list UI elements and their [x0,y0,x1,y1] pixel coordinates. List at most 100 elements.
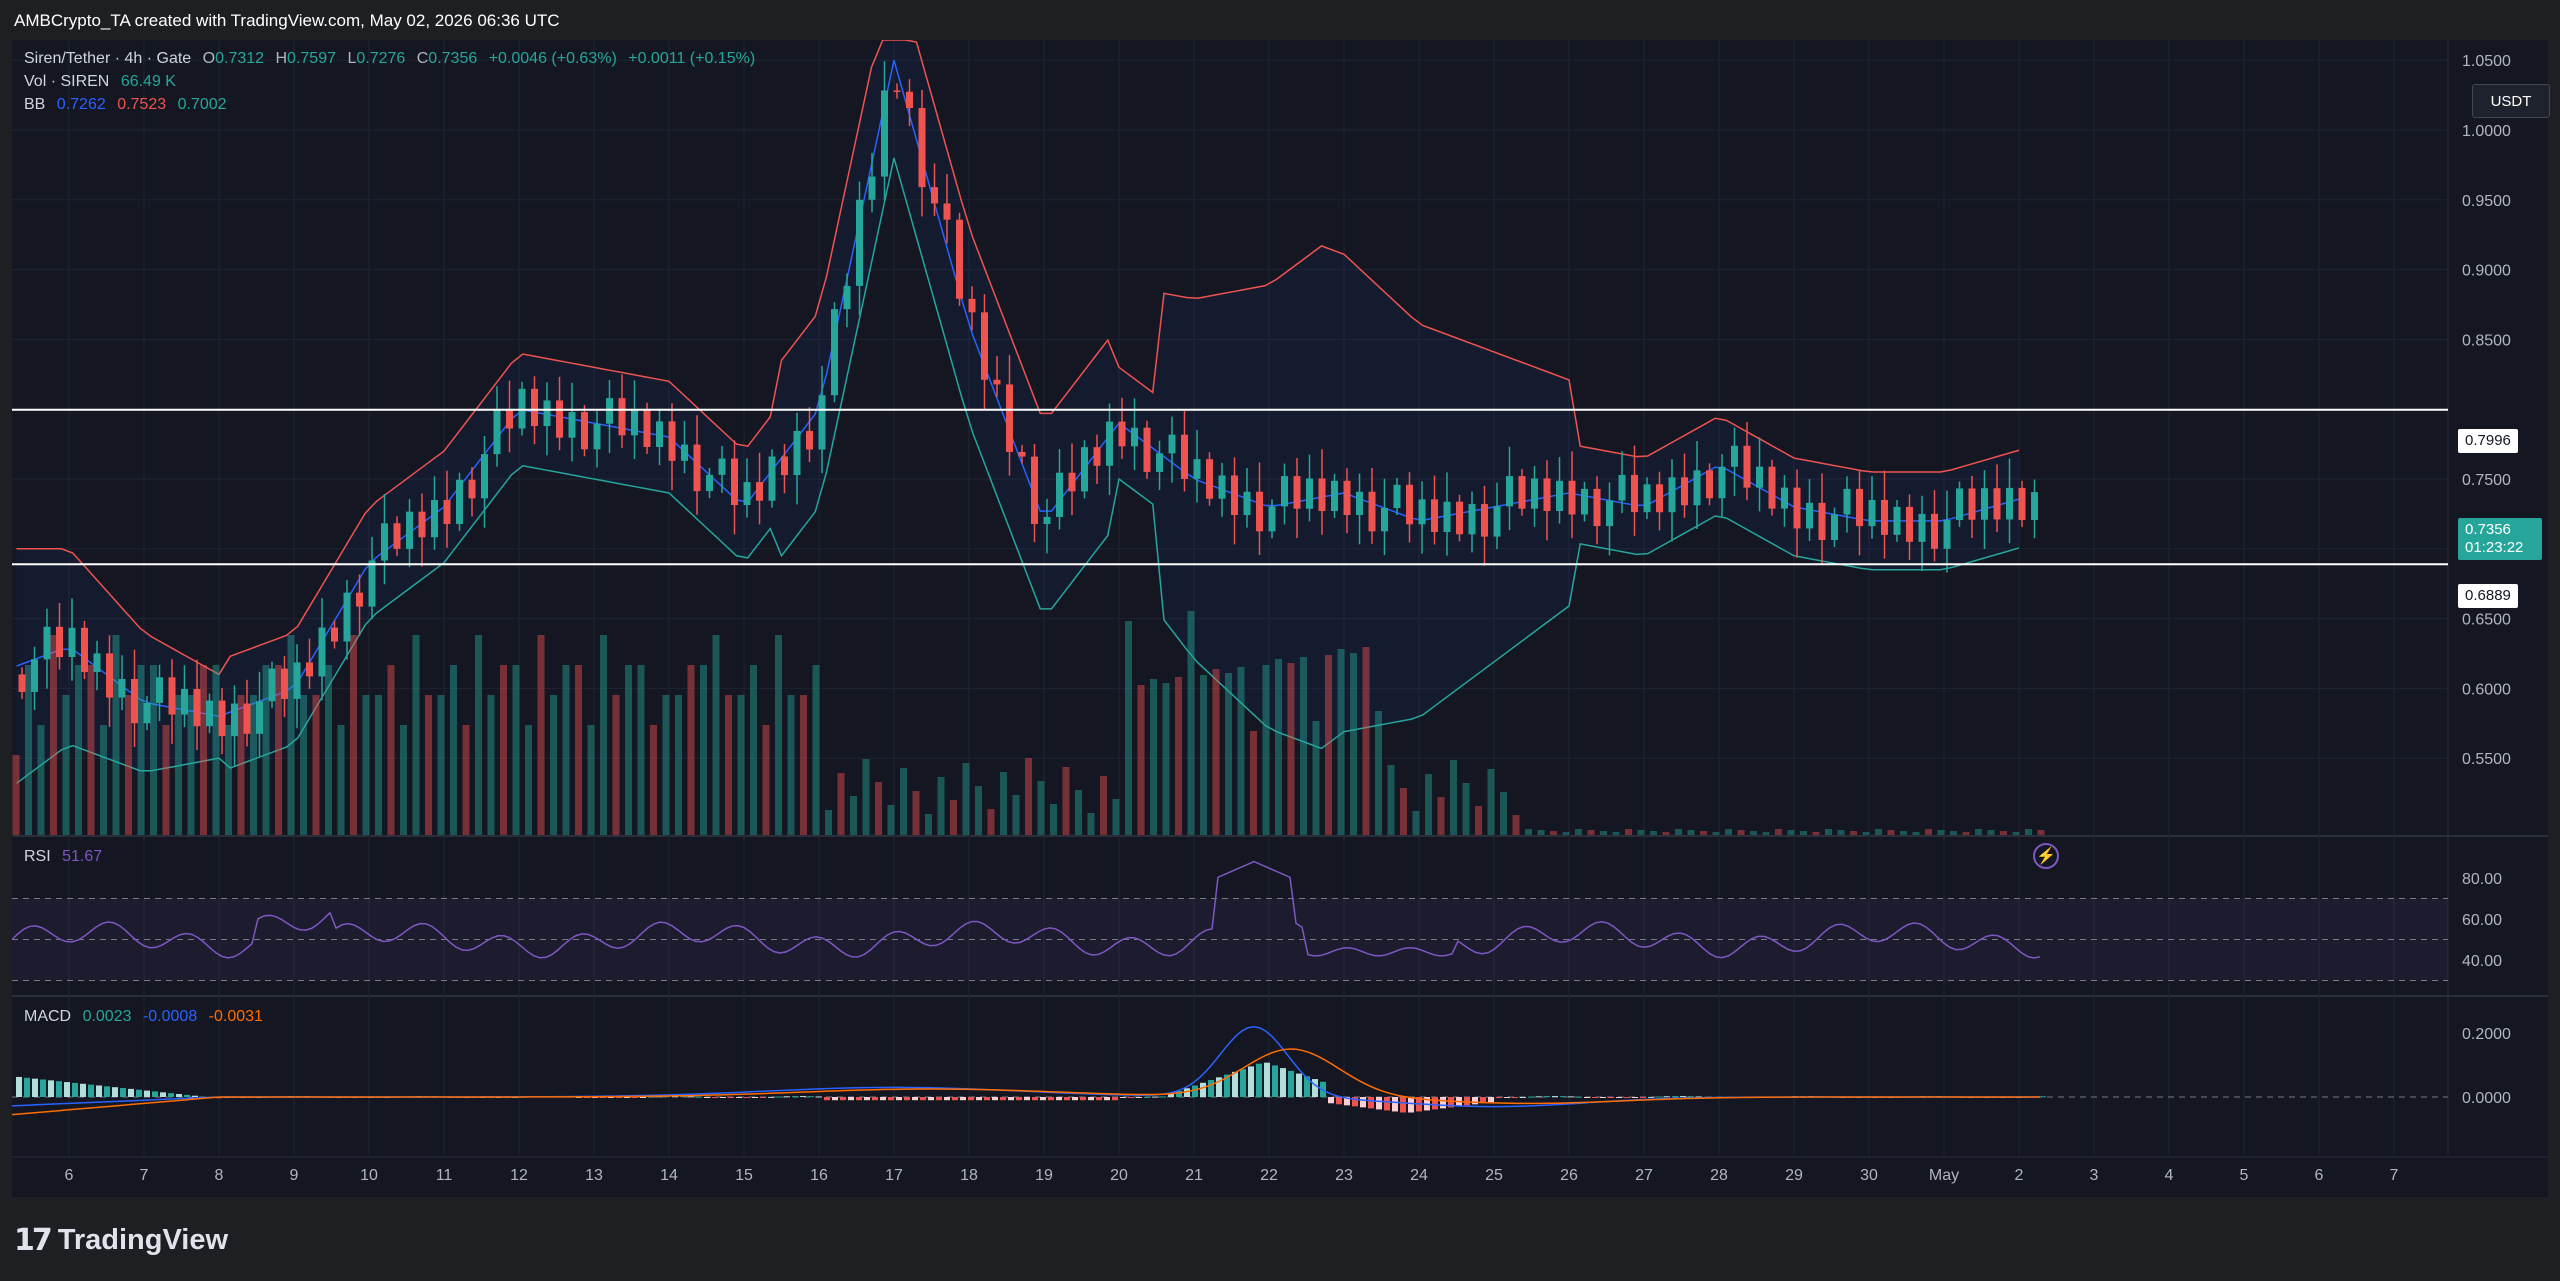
volume-bar [937,777,945,835]
macd-histogram-bar [1112,1097,1118,1101]
macd-histogram-bar [1256,1063,1262,1097]
candle-body [18,674,26,692]
candle-body [531,388,538,427]
macd-histogram-bar [760,1097,766,1098]
volume-bar [2012,832,2020,835]
volume-bar [137,665,145,835]
candle-body [1106,421,1113,466]
candle-body [1268,506,1276,532]
macd-histogram-bar [720,1097,726,1098]
volume-bar [1525,829,1532,835]
volume-bar [250,695,257,835]
candle-body [1068,472,1076,492]
rsi-label[interactable]: RSI [24,848,51,865]
volume-bar [962,763,970,835]
macd-histogram-bar [1496,1097,1502,1098]
volume-label[interactable]: Vol · SIREN [24,73,109,90]
volume-bar [12,755,20,835]
candle-body [418,511,426,538]
candle-body [1168,434,1176,454]
macd-histogram-bar [800,1096,806,1098]
volume-bar [300,695,307,835]
volume-bar [1462,783,1470,835]
volume-bar [1350,653,1357,835]
candle-body [1706,470,1713,499]
volume-bar [1162,683,1170,835]
macd-histogram-bar [1096,1097,1102,1101]
macd-histogram-bar [88,1084,94,1097]
volume-bar [1550,831,1557,835]
time-tick-label: 28 [1710,1167,1728,1184]
macd-histogram-bar [1200,1082,1206,1097]
macd-histogram-bar [1128,1097,1134,1098]
candle-body [493,409,501,455]
volume-bar [687,665,695,835]
volume-bar [325,665,332,835]
macd-histogram-bar [712,1097,718,1098]
volume-bar [700,665,707,835]
volume-bar [1675,829,1682,835]
macd-hist-value: 0.0023 [82,1008,132,1025]
time-tick-label: 25 [1485,1167,1503,1184]
candle-body [431,500,438,538]
macd-histogram-bar [72,1082,78,1097]
candle-body [781,456,788,476]
volume-bar [875,782,882,835]
candle-body [1581,488,1588,515]
candle-body [1006,384,1013,452]
high-value: 0.7597 [287,50,336,67]
symbol-label[interactable]: Siren/Tether · 4h · Gate [24,50,191,67]
macd-histogram-bar [1144,1096,1150,1098]
volume-bar [1612,832,1620,835]
macd-histogram-bar [896,1097,902,1101]
time-tick-label: 18 [960,1167,978,1184]
bb-label[interactable]: BB [24,96,45,113]
candle-body [631,409,638,436]
macd-histogram-bar [192,1095,198,1097]
chart-area[interactable]: 6 7 8 9 10 11 12 13 14 15 16 17 18 19 20 21 22 23 24 25 26 27… [12,40,2550,1197]
candle-body [768,456,776,501]
macd-label[interactable]: MACD [24,1008,71,1025]
candle-body [706,474,713,492]
candle-body [1156,453,1163,472]
candle-body [1918,513,1926,542]
price-tick-label: 0.8500 [2462,332,2511,349]
macd-histogram-bar [1400,1097,1406,1113]
volume-bar [37,725,45,835]
candle-body [281,668,288,699]
price-tick-label: 0.7500 [2462,472,2511,489]
macd-histogram-bar [184,1094,190,1097]
volume-bar [1662,832,1670,835]
currency-button[interactable]: USDT [2472,84,2550,118]
time-tick-label: 21 [1185,1167,1203,1184]
candle-body [381,523,388,561]
candle-body [743,482,751,506]
candle-body [1618,474,1626,501]
lightning-icon[interactable]: ⚡ [2033,843,2059,869]
candle-body [1206,459,1213,499]
volume-bar [1187,611,1195,835]
open-label: O [202,50,216,67]
chart-canvas[interactable]: 6 7 8 9 10 11 12 13 14 15 16 17 18 19 20 21 22 23 24 25 26 27… [12,40,2548,1197]
macd-histogram-bar [1504,1097,1510,1098]
volume-bar [1237,667,1245,835]
macd-histogram-bar [1328,1097,1334,1104]
candle-body [1568,480,1576,515]
candle-body [1193,459,1201,479]
tradingview-logo[interactable]: 17 TradingView [14,1223,228,1258]
candle-body [643,409,651,447]
volume-bar [975,786,982,835]
volume-bar [462,725,470,835]
time-tick-label: 19 [1035,1167,1053,1184]
main-legend: Siren/Tether · 4h · Gate O0.7312 H0.7597… [24,50,762,68]
candle-body [1693,470,1701,506]
candle-body [693,444,701,492]
time-tick-label: 12 [510,1167,528,1184]
macd-histogram-bar [1576,1096,1582,1098]
volume-bar [175,695,182,835]
macd-histogram-bar [1240,1069,1246,1097]
volume-bar [425,695,432,835]
macd-histogram-bar [1232,1071,1238,1097]
macd-histogram-bar [1512,1097,1518,1098]
time-tick-label: 14 [660,1167,678,1184]
